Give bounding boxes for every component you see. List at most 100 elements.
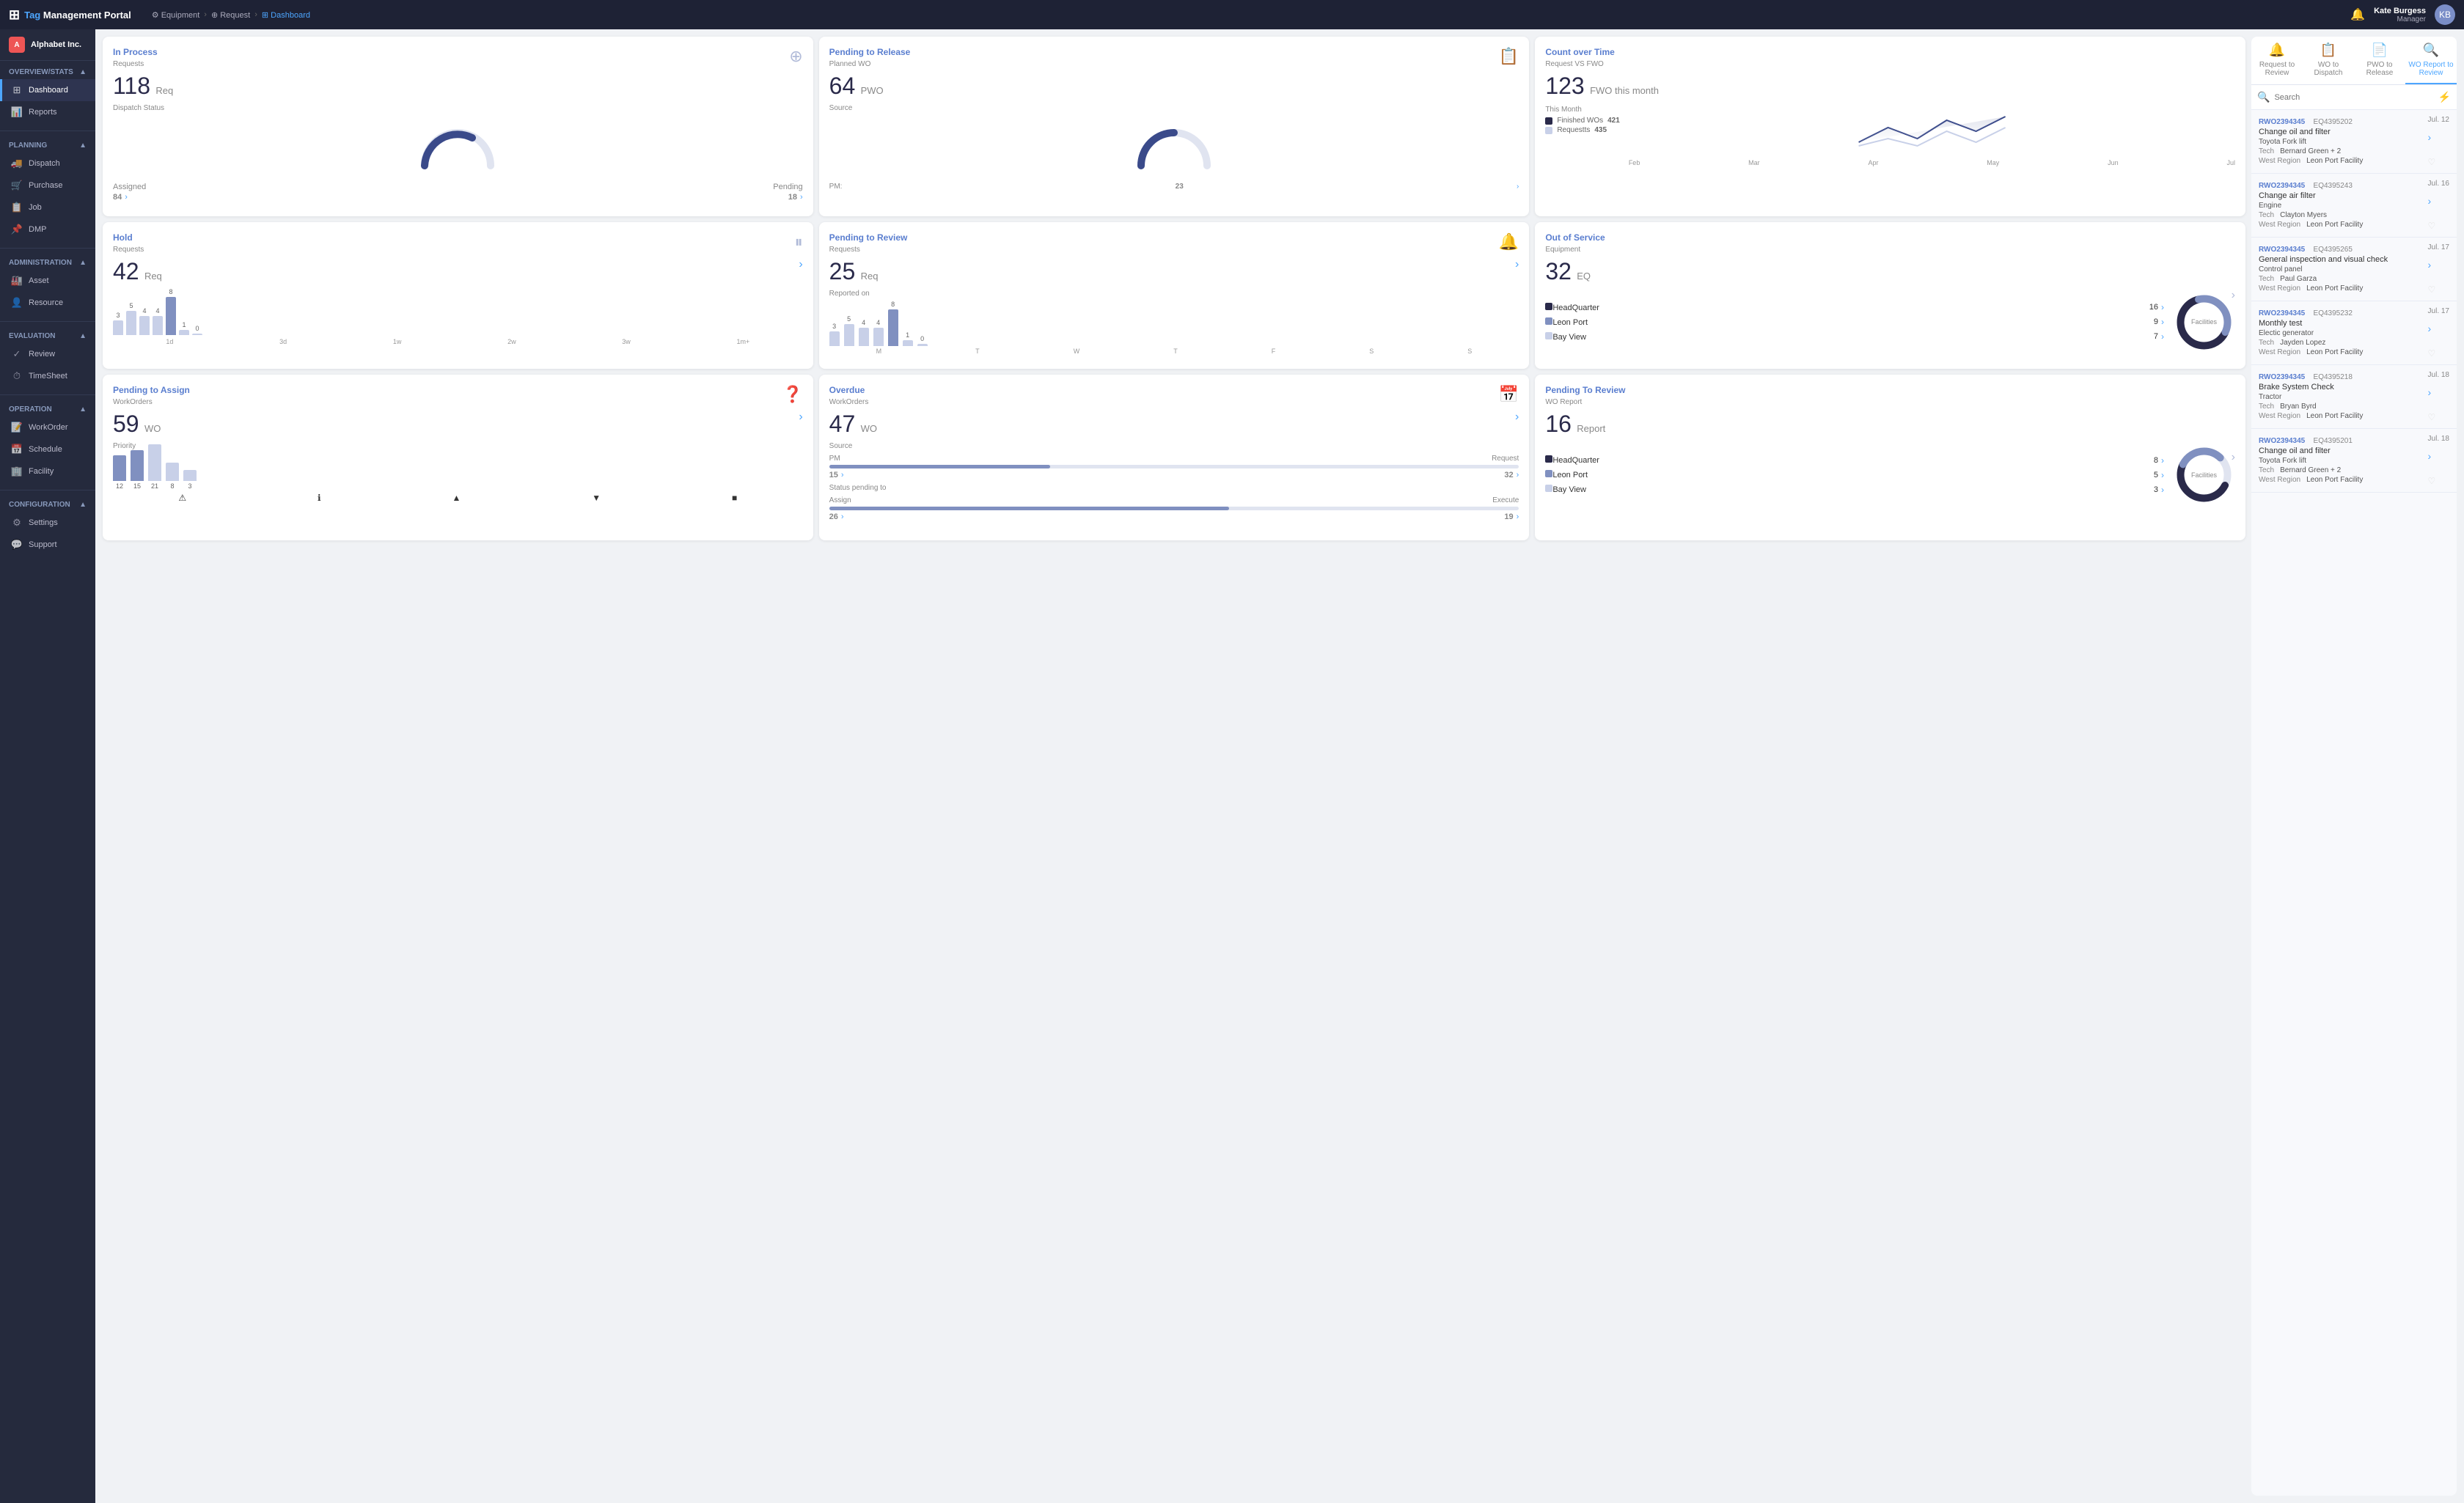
- priority-label: Priority: [113, 442, 803, 450]
- notification-bell-icon[interactable]: 🔔: [2350, 7, 2365, 22]
- section-header-overview[interactable]: Overview/Stats▲: [0, 65, 95, 79]
- tab-pwo-release[interactable]: 📄 PWO to Release: [2354, 37, 2405, 84]
- rp-item-heart[interactable]: ♡: [2428, 348, 2449, 359]
- priority-icons-row: ⚠ ℹ ▲ ▼ ■: [113, 493, 803, 503]
- source-label: Source: [829, 104, 1519, 112]
- sidebar-item-job[interactable]: 📋 Job: [0, 196, 95, 218]
- rp-item-heart[interactable]: ♡: [2428, 157, 2449, 167]
- hold-bar-col: 4: [153, 307, 163, 335]
- sidebar-item-facility[interactable]: 🏢 Facility: [0, 460, 95, 482]
- breadcrumb-equipment[interactable]: ⚙ Equipment: [152, 10, 200, 20]
- breadcrumb-dashboard[interactable]: ⊞ Dashboard: [262, 10, 310, 20]
- rp-item-desc: General inspection and visual check: [2259, 255, 2422, 264]
- in-process-title: In Process: [113, 47, 803, 57]
- sidebar-item-dashboard[interactable]: ⊞ Dashboard: [0, 79, 95, 101]
- pending-label: Pending: [773, 183, 802, 191]
- sidebar-item-schedule[interactable]: 📅 Schedule: [0, 438, 95, 460]
- user-avatar[interactable]: KB: [2435, 4, 2455, 25]
- rp-item-id: RWO2394345 EQ4395202: [2259, 116, 2422, 126]
- priority-icon-3: ▲: [452, 493, 461, 503]
- count-time-number: 123: [1545, 73, 1584, 99]
- rp-item-heart[interactable]: ♡: [2428, 284, 2449, 295]
- ptrow-leon-count: 5 ›: [2154, 470, 2164, 480]
- req-lbl: Request: [1492, 455, 1519, 463]
- rp-item-chevron[interactable]: ›: [2428, 259, 2449, 271]
- bay-dot: [1545, 332, 1552, 339]
- tab-wo-dispatch[interactable]: 📋 WO to Dispatch: [2303, 37, 2354, 84]
- hold-arrow[interactable]: ›: [799, 258, 802, 271]
- sidebar-item-reports[interactable]: 📊 Reports: [0, 101, 95, 123]
- rp-item-heart[interactable]: ♡: [2428, 476, 2449, 486]
- rp-item-chevron[interactable]: ›: [2428, 323, 2449, 334]
- ptrow-hq: HeadQuarter 8 ›: [1545, 453, 2164, 468]
- hq-arrow[interactable]: ›: [2161, 302, 2164, 312]
- req-val-arrow[interactable]: ›: [1517, 471, 1519, 479]
- right-panel-tabs: 🔔 Request to Review 📋 WO to Dispatch 📄 P…: [2251, 37, 2457, 85]
- breadcrumb-request[interactable]: ⊕ Request: [211, 10, 250, 20]
- sidebar-item-dispatch[interactable]: 🚚 Dispatch: [0, 152, 95, 174]
- status-labels: Assign Execute: [829, 496, 1519, 504]
- rp-item-chevron[interactable]: ›: [2428, 450, 2449, 462]
- tab-wo-report[interactable]: 🔍 WO Report to Review: [2405, 37, 2457, 84]
- rp-item-chevron[interactable]: ›: [2428, 386, 2449, 398]
- tab-request-review[interactable]: 🔔 Request to Review: [2251, 37, 2303, 84]
- pa-arrow[interactable]: ›: [799, 411, 802, 424]
- sidebar-item-support[interactable]: 💬 Support: [0, 534, 95, 556]
- overdue-arrow[interactable]: ›: [1515, 411, 1519, 424]
- sidebar-item-review[interactable]: ✓ Review: [0, 343, 95, 365]
- oos-donut: Facilities: [2173, 291, 2235, 353]
- pending-review-title: Pending to Review: [829, 232, 1519, 243]
- rp-item-region-row: West Region Leon Port Facility: [2259, 348, 2422, 357]
- filter-icon[interactable]: ⚡: [2438, 91, 2451, 103]
- ptrow-leon-arrow[interactable]: ›: [2161, 470, 2164, 480]
- bay-arrow[interactable]: ›: [2161, 331, 2164, 342]
- ptrow-hq-arrow[interactable]: ›: [2161, 455, 2164, 466]
- ptrow-unit: Report: [1577, 423, 1605, 434]
- pending-release-number: 64: [829, 73, 856, 99]
- hold-bar-col: 8: [166, 288, 176, 335]
- card-count-over-time: Count over Time Request VS FWO 123 FWO t…: [1535, 37, 2245, 216]
- search-icon: 🔍: [2257, 91, 2270, 103]
- rp-item-chevron[interactable]: ›: [2428, 195, 2449, 207]
- section-header-eval[interactable]: Evaluation▲: [0, 329, 95, 343]
- leon-count: 9 ›: [2154, 317, 2164, 327]
- sidebar-item-purchase[interactable]: 🛒 Purchase: [0, 174, 95, 196]
- company-selector[interactable]: A Alphabet Inc.: [0, 29, 95, 61]
- pm-val-arrow[interactable]: ›: [841, 471, 844, 479]
- section-header-planning[interactable]: Planning▲: [0, 139, 95, 152]
- sidebar-item-workorder[interactable]: 📝 WorkOrder: [0, 416, 95, 438]
- right-panel: 🔔 Request to Review 📋 WO to Dispatch 📄 P…: [2251, 37, 2457, 1496]
- exec-count: 19 ›: [1504, 512, 1519, 521]
- card-in-process: In Process Requests ⊕ 118 Req Dispatch S…: [103, 37, 813, 216]
- rp-item-chevron[interactable]: ›: [2428, 131, 2449, 143]
- leon-arrow[interactable]: ›: [2161, 317, 2164, 327]
- sidebar: A Alphabet Inc. Overview/Stats▲ ⊞ Dashbo…: [0, 29, 95, 1503]
- legend-area: This Month Finished WOs 421 Requestts 43…: [1545, 106, 1619, 166]
- rp-item-tech-row: Tech Bryan Byrd: [2259, 403, 2422, 411]
- gauge-svg: [417, 122, 498, 173]
- rp-item-heart[interactable]: ♡: [2428, 412, 2449, 422]
- search-input[interactable]: [2274, 93, 2433, 102]
- pm-lbl: PM: [829, 455, 840, 463]
- rp-item-heart[interactable]: ♡: [2428, 221, 2449, 231]
- sidebar-item-resource[interactable]: 👤 Resource: [0, 292, 95, 314]
- ptrow-bay-arrow[interactable]: ›: [2161, 485, 2164, 495]
- user-info: Kate Burgess Manager: [2374, 7, 2426, 23]
- section-header-config[interactable]: Configuration▲: [0, 498, 95, 512]
- assign-val-arrow[interactable]: ›: [841, 512, 844, 521]
- pending-arrow[interactable]: ›: [800, 193, 803, 202]
- section-header-admin[interactable]: Administration▲: [0, 256, 95, 270]
- count-time-content: This Month Finished WOs 421 Requestts 43…: [1545, 106, 2235, 166]
- assigned-arrow[interactable]: ›: [125, 193, 128, 202]
- sidebar-item-settings[interactable]: ⚙ Settings: [0, 512, 95, 534]
- pm-arrow[interactable]: ›: [1517, 183, 1519, 191]
- sidebar-item-dmp[interactable]: 📌 DMP: [0, 218, 95, 240]
- this-month-label: This Month: [1545, 106, 1619, 114]
- pending-review-arrow[interactable]: ›: [1515, 258, 1519, 271]
- exec-val-arrow[interactable]: ›: [1517, 512, 1519, 521]
- status-bar: [829, 507, 1519, 510]
- sidebar-item-asset[interactable]: 🏭 Asset: [0, 270, 95, 292]
- section-header-op[interactable]: Operation▲: [0, 403, 95, 416]
- sidebar-item-timesheet[interactable]: ⏱ TimeSheet: [0, 365, 95, 387]
- card-pending-release: Pending to Release Planned WO 📋 64 PWO S…: [819, 37, 1530, 216]
